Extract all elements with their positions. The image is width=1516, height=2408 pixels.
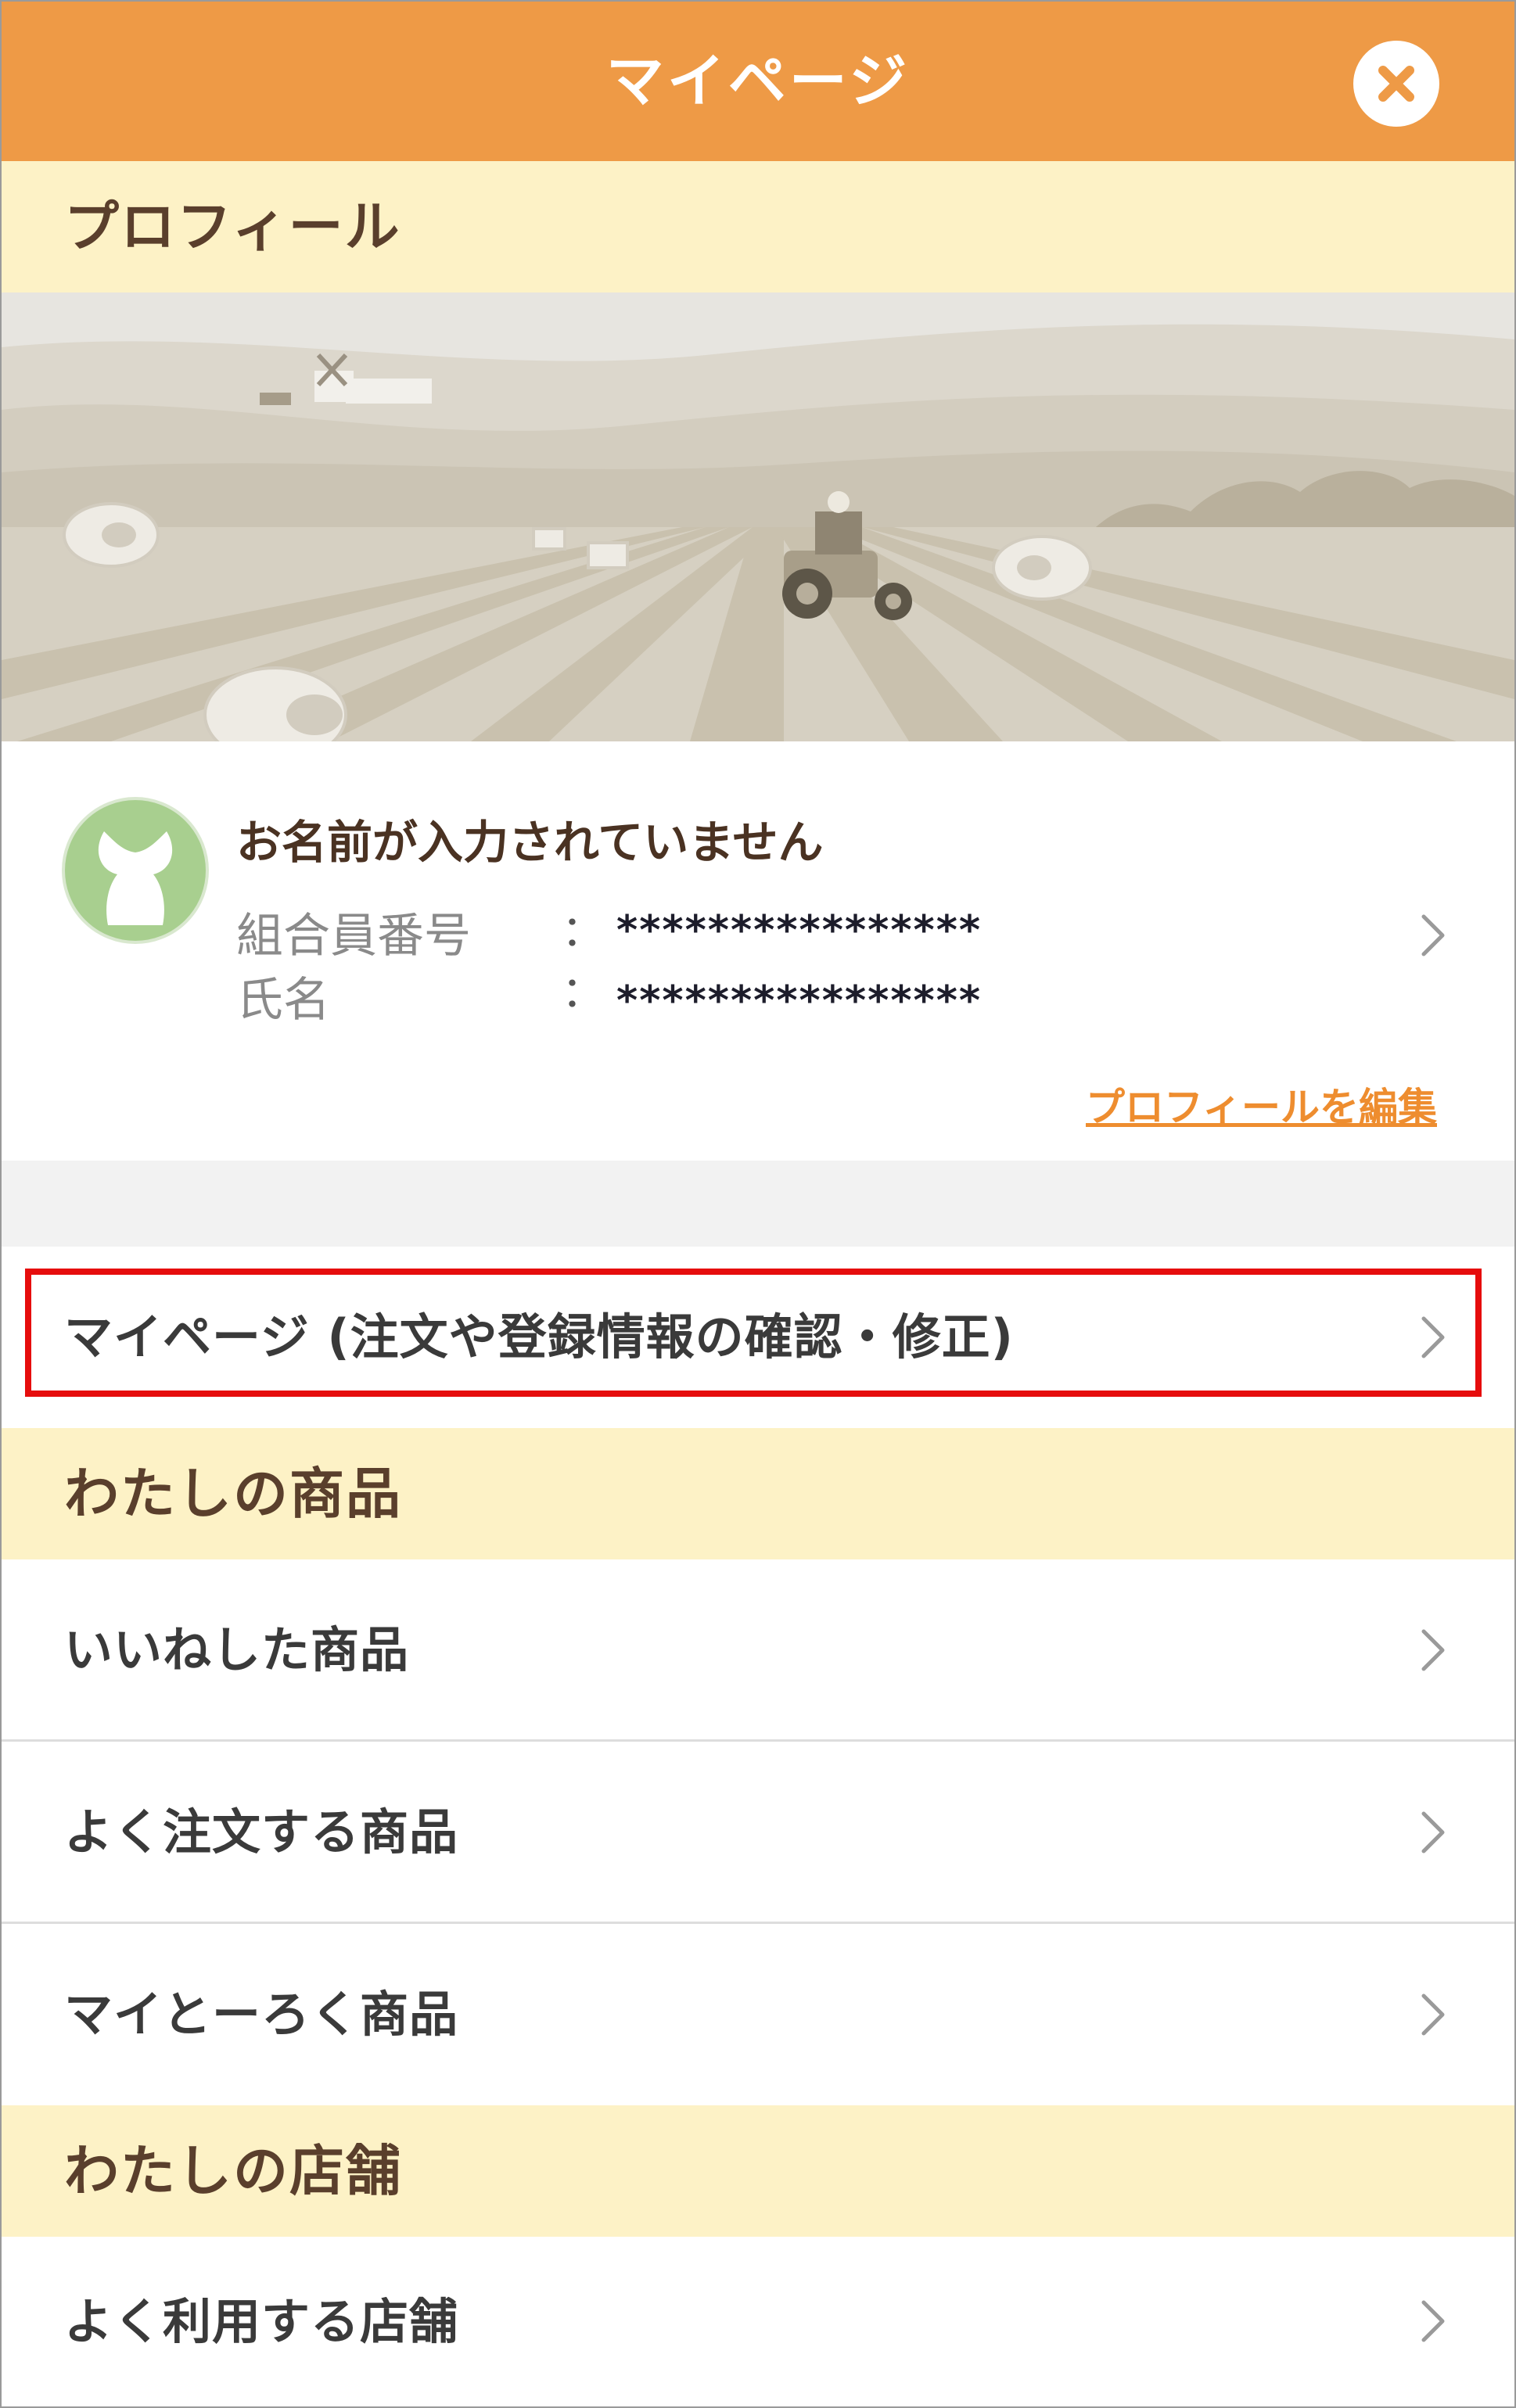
frequent-stores-row[interactable]: よく利用する店舗 [2, 2237, 1514, 2406]
profile-name: お名前が入力されていません [236, 816, 824, 869]
chevron-right-icon [1421, 1629, 1445, 1671]
chevron-right-icon [1421, 1811, 1445, 1854]
header-bar: マイページ [2, 2, 1514, 161]
stores-section-header: わたしの店舗 [2, 2105, 1514, 2237]
farm-landscape-illustration [2, 292, 1514, 763]
frequent-products-row[interactable]: よく注文する商品 [2, 1742, 1514, 1923]
close-icon [1378, 66, 1414, 102]
profile-section-header: プロフィール [2, 161, 1514, 292]
highlight-annotation [25, 1269, 1482, 1397]
member-number-colon: ： [562, 906, 604, 956]
full-name-label: 氏名 [236, 973, 330, 1028]
full-name-value: **************** [616, 978, 983, 1025]
full-name-colon: ： [562, 967, 604, 1017]
profile-cover-image [2, 292, 1514, 763]
avatar-icon [62, 797, 209, 944]
member-number-value: **************** [616, 907, 983, 954]
stores-section-title: わたしの店舗 [64, 2139, 402, 2203]
chevron-right-icon [1421, 914, 1445, 956]
page-title: マイページ [605, 48, 911, 115]
list-item-label: よく注文する商品 [64, 1803, 459, 1861]
profile-card[interactable]: お名前が入力されていません 組合員番号 ： **************** 氏… [2, 741, 1514, 1161]
mypage-panel: マイページ プロフィール お名前が入力されていません 組合員番号 ： *****… [0, 0, 1516, 2408]
products-section-header: わたしの商品 [2, 1428, 1514, 1559]
list-item-label: マイとーろく商品 [64, 1986, 459, 2043]
registered-products-row[interactable]: マイとーろく商品 [2, 1924, 1514, 2105]
close-button[interactable] [1353, 41, 1439, 127]
list-item-label: よく利用する店舗 [64, 2293, 459, 2350]
list-item-label: いいねした商品 [64, 1621, 410, 1678]
member-number-label: 組合員番号 [236, 909, 471, 964]
chevron-right-icon [1421, 1994, 1445, 2036]
edit-profile-link[interactable]: プロフィールを編集 [1086, 1076, 1437, 1132]
profile-section-title: プロフィール [64, 195, 401, 259]
section-spacer [2, 1161, 1514, 1247]
products-section-title: わたしの商品 [64, 1462, 402, 1526]
chevron-right-icon [1421, 2300, 1445, 2342]
liked-products-row[interactable]: いいねした商品 [2, 1559, 1514, 1741]
